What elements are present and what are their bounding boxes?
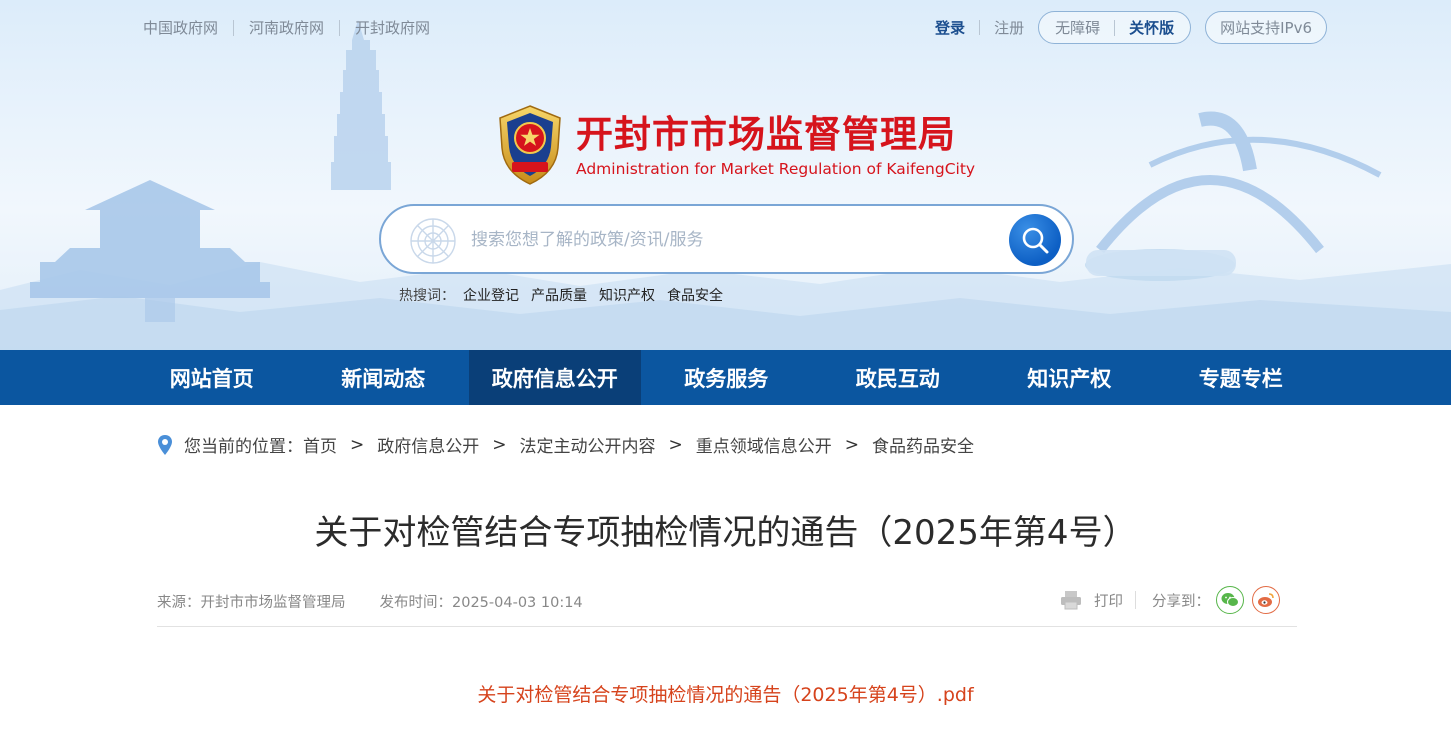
weibo-icon	[1258, 593, 1274, 607]
ipv6-badge: 网站支持IPv6	[1205, 11, 1327, 44]
breadcrumb-item[interactable]: 食品药品安全	[872, 432, 974, 457]
article-publish-time: 发布时间：2025-04-03 10:14	[379, 595, 583, 611]
accessibility-toggle-group: 无障碍 关怀版	[1038, 11, 1192, 44]
divider	[979, 20, 981, 35]
attachment-link[interactable]: 关于对检管结合专项抽检情况的通告（2025年第4号）.pdf	[0, 680, 1451, 707]
nav-special-topics[interactable]: 专题专栏	[1155, 350, 1327, 405]
link-gov-cn[interactable]: 中国政府网	[143, 17, 218, 38]
breadcrumb-separator: >	[668, 434, 683, 455]
search-input[interactable]	[471, 222, 991, 258]
breadcrumb: 您当前的位置： 首页 > 政府信息公开 > 法定主动公开内容 > 重点领域信息公…	[157, 432, 974, 457]
location-pin-icon	[158, 434, 172, 455]
wechat-share-button[interactable]	[1216, 586, 1244, 614]
market-regulation-emblem-icon	[499, 105, 561, 185]
article-meta: 来源：开封市市场监督管理局 发布时间：2025-04-03 10:14	[157, 591, 583, 612]
site-title-cn: 开封市市场监督管理局	[576, 113, 956, 156]
share-label: 分享到：	[1152, 593, 1210, 610]
divider	[233, 19, 235, 36]
article-source: 来源：开封市市场监督管理局	[157, 595, 346, 611]
divider	[1135, 591, 1136, 609]
site-title-en: Administration for Market Regulation of …	[576, 160, 976, 178]
breadcrumb-separator: >	[350, 434, 365, 455]
nav-ip[interactable]: 知识产权	[984, 350, 1156, 405]
breadcrumb-separator: >	[492, 434, 507, 455]
register-link[interactable]: 注册	[994, 17, 1024, 38]
weibo-share-button[interactable]	[1252, 586, 1280, 614]
hot-word[interactable]: 产品质量	[531, 285, 587, 305]
search-box	[379, 204, 1074, 274]
breadcrumb-item[interactable]: 首页	[303, 432, 337, 457]
hot-search-label: 热搜词：	[399, 288, 455, 304]
printer-icon[interactable]	[1060, 590, 1082, 610]
link-kaifeng-gov[interactable]: 开封政府网	[355, 17, 430, 38]
nav-gov-info-disclosure[interactable]: 政府信息公开	[469, 350, 641, 405]
wechat-icon	[1221, 593, 1239, 607]
breadcrumb-item[interactable]: 重点领域信息公开	[696, 432, 832, 457]
nav-home[interactable]: 网站首页	[126, 350, 298, 405]
hot-search-words: 热搜词： 企业登记 产品质量 知识产权 食品安全	[399, 285, 735, 305]
breadcrumb-item[interactable]: 政府信息公开	[377, 432, 479, 457]
login-link[interactable]: 登录	[935, 17, 965, 38]
divider	[339, 19, 341, 36]
site-header: 中国政府网 河南政府网 开封政府网 登录 注册 无障碍 关怀版 网站支持IPv6	[0, 0, 1451, 350]
hot-word[interactable]: 知识产权	[599, 285, 655, 305]
care-version-button[interactable]: 关怀版	[1129, 17, 1174, 38]
search-icon	[1022, 227, 1049, 254]
nav-gov-services[interactable]: 政务服务	[641, 350, 813, 405]
search-button[interactable]	[1009, 214, 1061, 266]
site-logo[interactable]: 开封市市场监督管理局 Administration for Market Reg…	[492, 104, 975, 188]
chrysanthemum-icon	[410, 218, 456, 264]
main-nav: 网站首页 新闻动态 政府信息公开 政务服务 政民互动 知识产权 专题专栏	[0, 350, 1451, 405]
divider	[1114, 19, 1116, 36]
top-links: 中国政府网 河南政府网 开封政府网	[143, 17, 430, 38]
top-right-bar: 登录 注册 无障碍 关怀版 网站支持IPv6	[935, 11, 1327, 44]
meta-divider	[157, 626, 1297, 627]
article-tools: 打印 分享到：	[1060, 586, 1280, 614]
nav-news[interactable]: 新闻动态	[298, 350, 470, 405]
breadcrumb-item[interactable]: 法定主动公开内容	[520, 432, 656, 457]
link-henan-gov[interactable]: 河南政府网	[249, 17, 324, 38]
print-button[interactable]: 打印	[1094, 590, 1123, 611]
article-title: 关于对检管结合专项抽检情况的通告（2025年第4号）	[314, 513, 1137, 553]
hot-word[interactable]: 企业登记	[463, 285, 519, 305]
barrier-free-button[interactable]: 无障碍	[1055, 17, 1100, 38]
hot-word[interactable]: 食品安全	[667, 285, 723, 305]
nav-interaction[interactable]: 政民互动	[812, 350, 984, 405]
breadcrumb-separator: >	[844, 434, 859, 455]
breadcrumb-prefix: 您当前的位置：	[184, 437, 303, 457]
